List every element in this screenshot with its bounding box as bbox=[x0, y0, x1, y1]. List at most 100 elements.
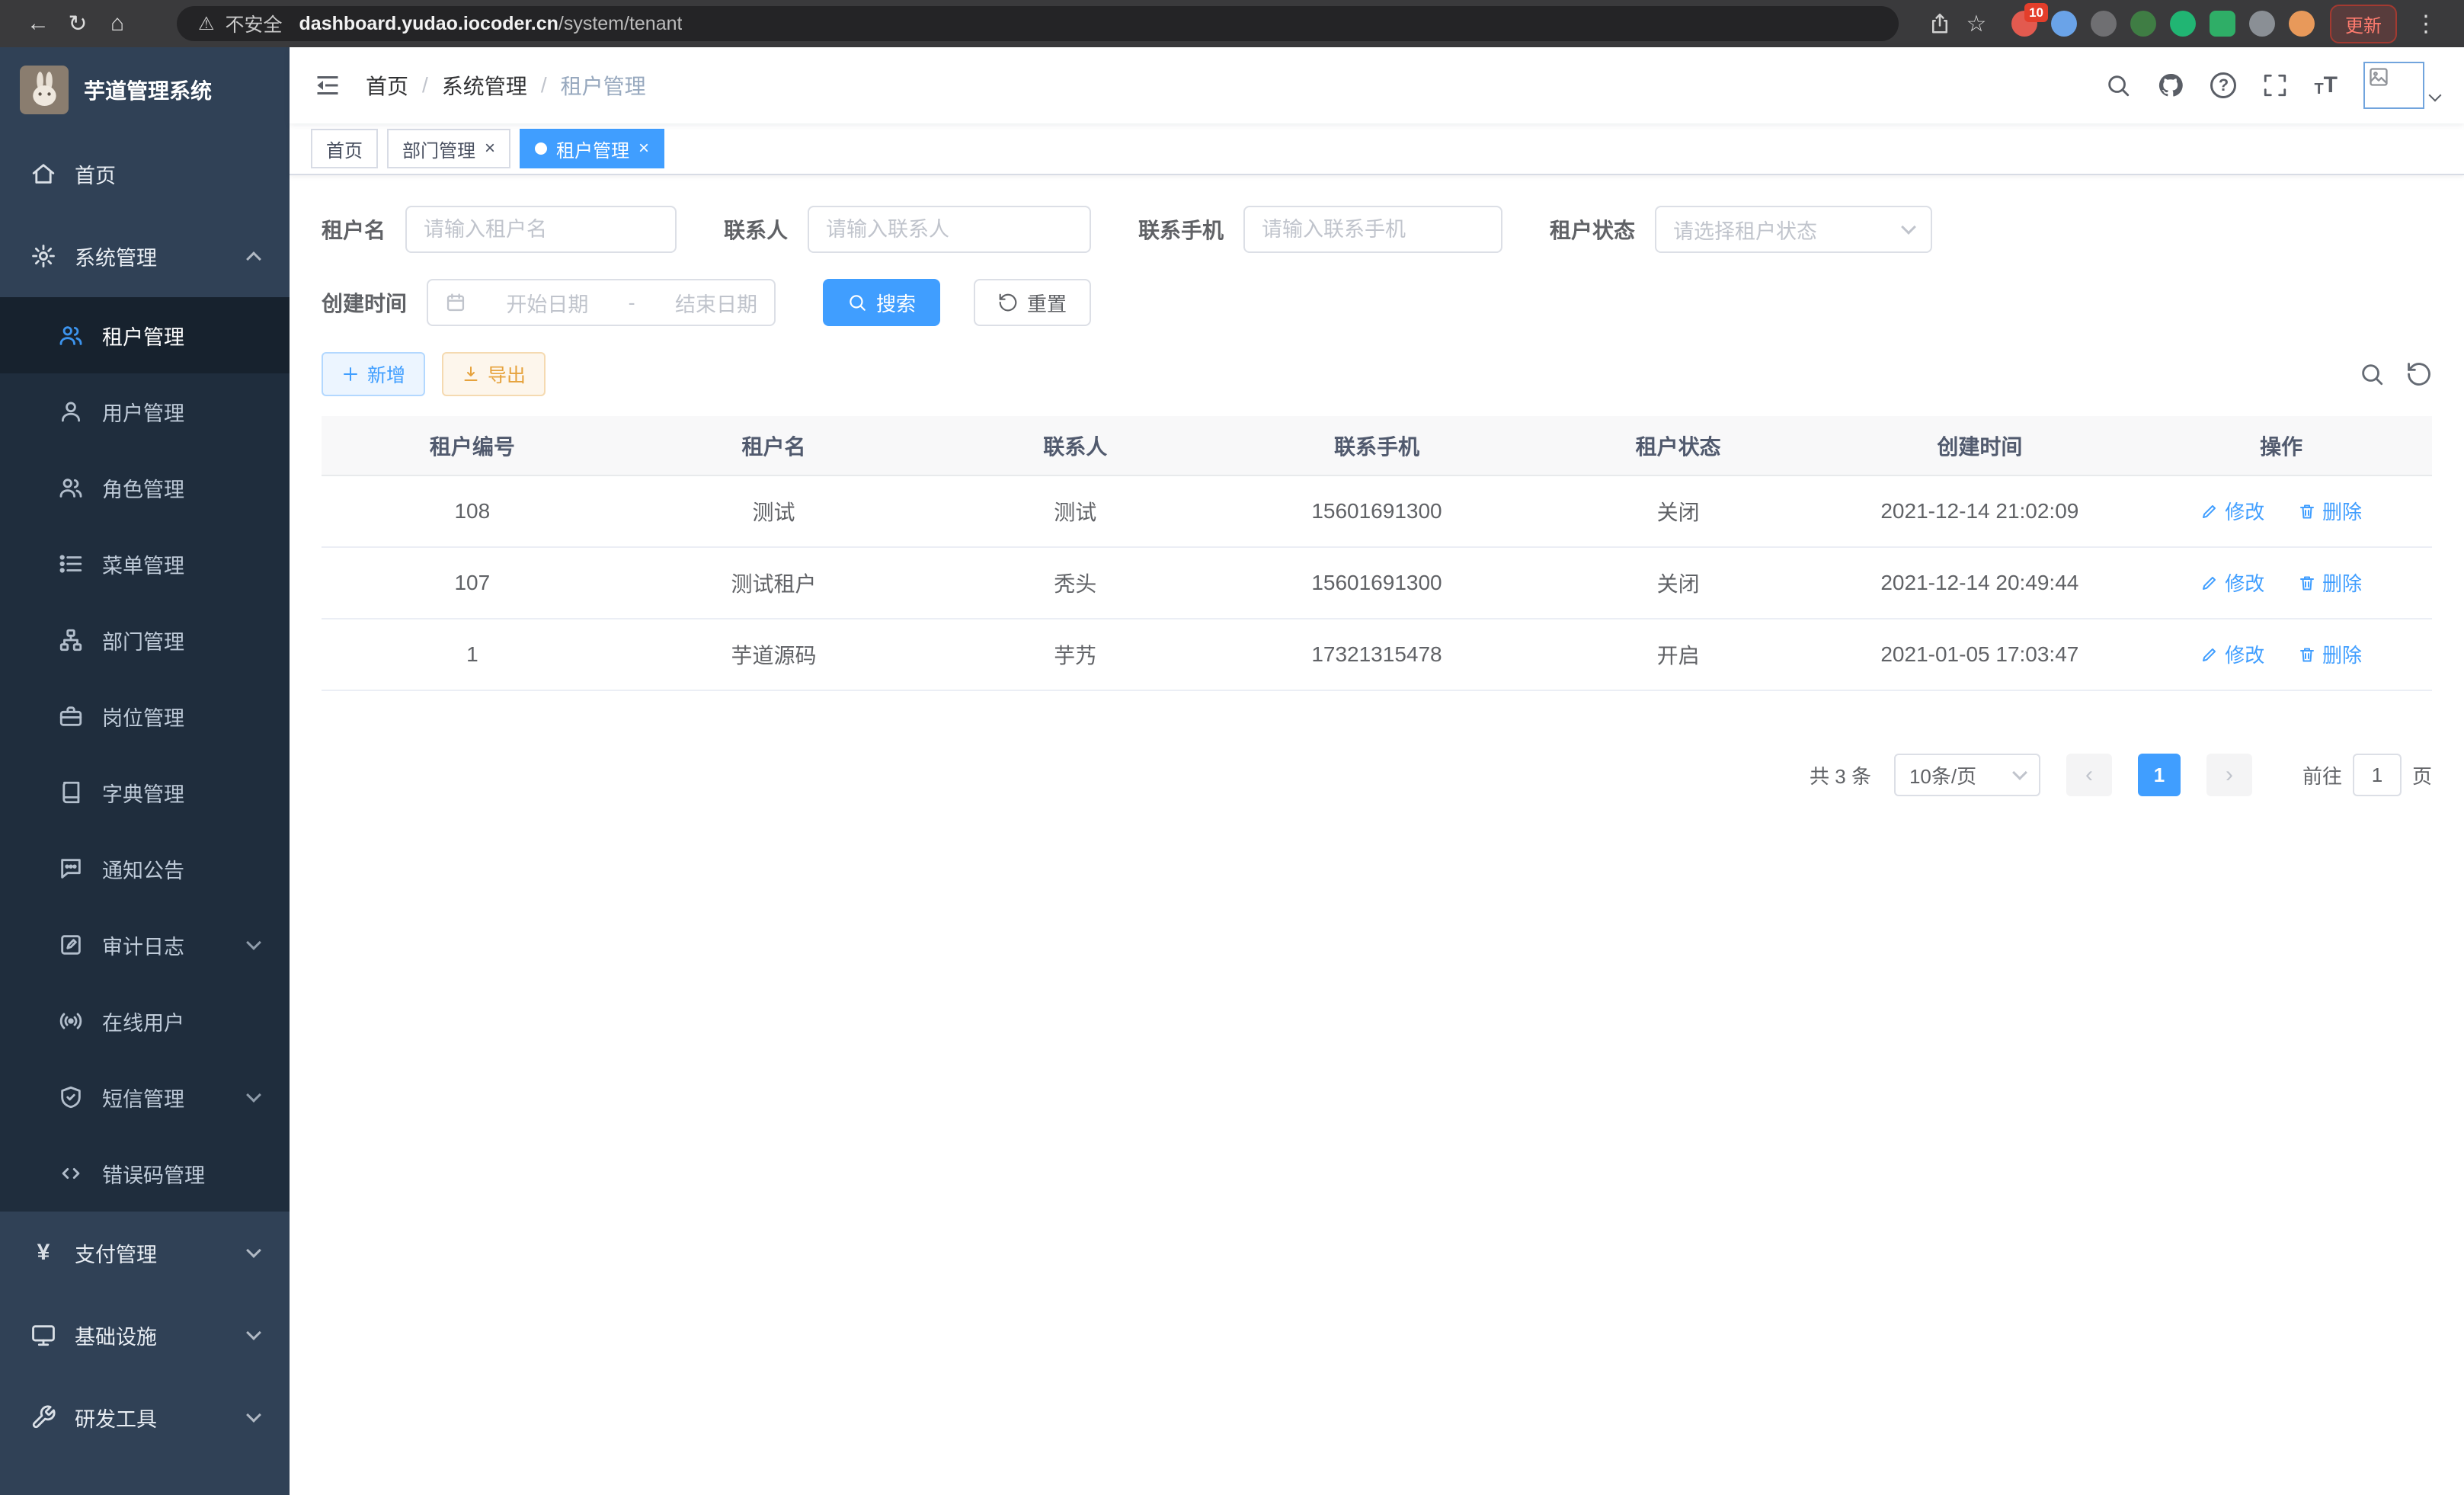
tenant-name-input-wrap bbox=[405, 206, 677, 253]
extension-icon[interactable] bbox=[2051, 11, 2077, 37]
tab-home[interactable]: 首页 bbox=[311, 129, 378, 168]
wrench-icon bbox=[30, 1404, 56, 1430]
edit-link[interactable]: 修改 bbox=[2200, 640, 2264, 668]
col-created: 创建时间 bbox=[1829, 416, 2131, 475]
sidebar-item-label: 支付管理 bbox=[75, 1238, 157, 1268]
prev-page-button[interactable]: ‹ bbox=[2066, 754, 2112, 796]
close-icon[interactable]: × bbox=[485, 139, 495, 158]
extensions-tray: 10 bbox=[2011, 11, 2315, 37]
extension-icon[interactable] bbox=[2170, 11, 2196, 37]
date-range-picker[interactable]: 开始日期 - 结束日期 bbox=[427, 279, 776, 326]
sidebar-item-notice[interactable]: 通知公告 bbox=[0, 831, 290, 907]
chrome-update-button[interactable]: 更新 bbox=[2330, 5, 2397, 43]
tab-label: 租户管理 bbox=[556, 136, 629, 162]
bookmark-star-icon[interactable]: ☆ bbox=[1957, 11, 1996, 37]
breadcrumb-system[interactable]: 系统管理 bbox=[442, 70, 527, 101]
tags-view-bar: 首页 部门管理 × 租户管理 × bbox=[290, 123, 2464, 175]
page-number-1[interactable]: 1 bbox=[2138, 754, 2181, 796]
delete-link[interactable]: 删除 bbox=[2298, 640, 2362, 668]
url-text: dashboard.yudao.iocoder.cn/system/tenant bbox=[299, 13, 683, 35]
export-button[interactable]: 导出 bbox=[442, 352, 546, 396]
browser-back-icon[interactable]: ← bbox=[18, 11, 58, 37]
address-bar[interactable]: ⚠ 不安全 dashboard.yudao.iocoder.cn/system/… bbox=[177, 6, 1899, 41]
extension-icon[interactable] bbox=[2210, 11, 2235, 37]
sidebar-item-infra[interactable]: 基础设施 bbox=[0, 1294, 290, 1376]
sidebar-item-label: 字典管理 bbox=[102, 778, 184, 808]
extension-icon[interactable] bbox=[2249, 11, 2275, 37]
next-page-button[interactable]: › bbox=[2206, 754, 2252, 796]
url-domain: dashboard.yudao.iocoder.cn bbox=[299, 13, 558, 34]
sidebar-item-post[interactable]: 岗位管理 bbox=[0, 678, 290, 754]
delete-link[interactable]: 删除 bbox=[2298, 568, 2362, 597]
close-icon[interactable]: × bbox=[638, 139, 649, 158]
tenant-name-input[interactable] bbox=[424, 218, 658, 242]
sidebar-item-label: 系统管理 bbox=[75, 242, 157, 271]
sidebar-item-online-users[interactable]: 在线用户 bbox=[0, 983, 290, 1059]
extension-icon[interactable]: 10 bbox=[2011, 11, 2037, 37]
add-button[interactable]: 新增 bbox=[322, 352, 425, 396]
browser-reload-icon[interactable]: ↻ bbox=[58, 11, 98, 37]
reset-button-label: 重置 bbox=[1027, 289, 1067, 317]
tab-tenant[interactable]: 租户管理 × bbox=[520, 129, 664, 168]
contact-input[interactable] bbox=[826, 218, 1073, 242]
breadcrumb-home[interactable]: 首页 bbox=[366, 70, 408, 101]
extension-icon[interactable] bbox=[2091, 11, 2117, 37]
briefcase-icon bbox=[58, 703, 84, 729]
sidebar-collapse-icon[interactable] bbox=[314, 72, 341, 99]
edit-link[interactable]: 修改 bbox=[2200, 568, 2264, 597]
sidebar-item-dict[interactable]: 字典管理 bbox=[0, 754, 290, 831]
page-size-select[interactable]: 10条/页 bbox=[1894, 754, 2040, 796]
chevron-down-icon bbox=[2012, 765, 2027, 780]
search-icon[interactable] bbox=[2105, 72, 2131, 98]
cell-created: 2021-12-14 20:49:44 bbox=[1829, 547, 2131, 619]
goto-page-input[interactable] bbox=[2353, 754, 2402, 796]
help-icon[interactable]: ? bbox=[2210, 72, 2236, 98]
sidebar-item-audit-log[interactable]: 审计日志 bbox=[0, 907, 290, 983]
fullscreen-icon[interactable] bbox=[2262, 72, 2288, 98]
search-button-label: 搜索 bbox=[876, 289, 916, 317]
users-icon bbox=[58, 475, 84, 501]
sidebar-item-tenant[interactable]: 租户管理 bbox=[0, 297, 290, 373]
sidebar-item-menu[interactable]: 菜单管理 bbox=[0, 526, 290, 602]
table-row: 1 芋道源码 芋艿 17321315478 开启 2021-01-05 17:0… bbox=[322, 619, 2432, 690]
cell-status: 关闭 bbox=[1528, 475, 1829, 547]
github-icon[interactable] bbox=[2157, 72, 2184, 99]
toggle-search-icon[interactable] bbox=[2359, 361, 2385, 387]
tab-dept[interactable]: 部门管理 × bbox=[387, 129, 510, 168]
reset-button[interactable]: 重置 bbox=[974, 279, 1091, 326]
sidebar-item-label: 错误码管理 bbox=[102, 1159, 205, 1189]
navbar-actions: ? TT bbox=[2105, 62, 2440, 109]
sidebar-item-label: 在线用户 bbox=[102, 1007, 184, 1036]
search-button[interactable]: 搜索 bbox=[823, 279, 940, 326]
refresh-icon[interactable] bbox=[2406, 361, 2432, 387]
edit-link[interactable]: 修改 bbox=[2200, 497, 2264, 525]
chevron-down-icon bbox=[246, 1407, 261, 1423]
sidebar-item-sms[interactable]: 短信管理 bbox=[0, 1059, 290, 1135]
yen-icon: ¥ bbox=[30, 1240, 56, 1266]
sidebar-item-label: 研发工具 bbox=[75, 1403, 157, 1433]
sidebar-item-system[interactable]: 系统管理 bbox=[0, 215, 290, 297]
delete-link[interactable]: 删除 bbox=[2298, 497, 2362, 525]
browser-home-icon[interactable]: ⌂ bbox=[98, 11, 137, 37]
contact-input-wrap bbox=[808, 206, 1091, 253]
cell-tenant-id: 108 bbox=[322, 475, 623, 547]
font-size-icon[interactable]: TT bbox=[2314, 72, 2338, 98]
sidebar-item-dev-tools[interactable]: 研发工具 bbox=[0, 1376, 290, 1458]
sidebar-item-payment[interactable]: ¥ 支付管理 bbox=[0, 1212, 290, 1294]
cell-status: 开启 bbox=[1528, 619, 1829, 690]
user-avatar-menu[interactable] bbox=[2363, 62, 2440, 109]
status-select[interactable]: 请选择租户状态 bbox=[1655, 206, 1932, 253]
filter-phone: 联系手机 bbox=[1138, 206, 1502, 253]
app-logo[interactable]: 芋道管理系统 bbox=[0, 47, 290, 133]
chrome-menu-icon[interactable]: ⋮ bbox=[2406, 11, 2446, 37]
sidebar-item-dept[interactable]: 部门管理 bbox=[0, 602, 290, 678]
extension-icon[interactable] bbox=[2130, 11, 2156, 37]
extension-icon[interactable] bbox=[2289, 11, 2315, 37]
phone-input[interactable] bbox=[1262, 218, 1484, 242]
share-icon[interactable] bbox=[1923, 12, 1957, 35]
cell-status: 关闭 bbox=[1528, 547, 1829, 619]
sidebar-item-user[interactable]: 用户管理 bbox=[0, 373, 290, 450]
sidebar-item-error-code[interactable]: 错误码管理 bbox=[0, 1135, 290, 1212]
sidebar-item-role[interactable]: 角色管理 bbox=[0, 450, 290, 526]
sidebar-item-home[interactable]: 首页 bbox=[0, 133, 290, 215]
